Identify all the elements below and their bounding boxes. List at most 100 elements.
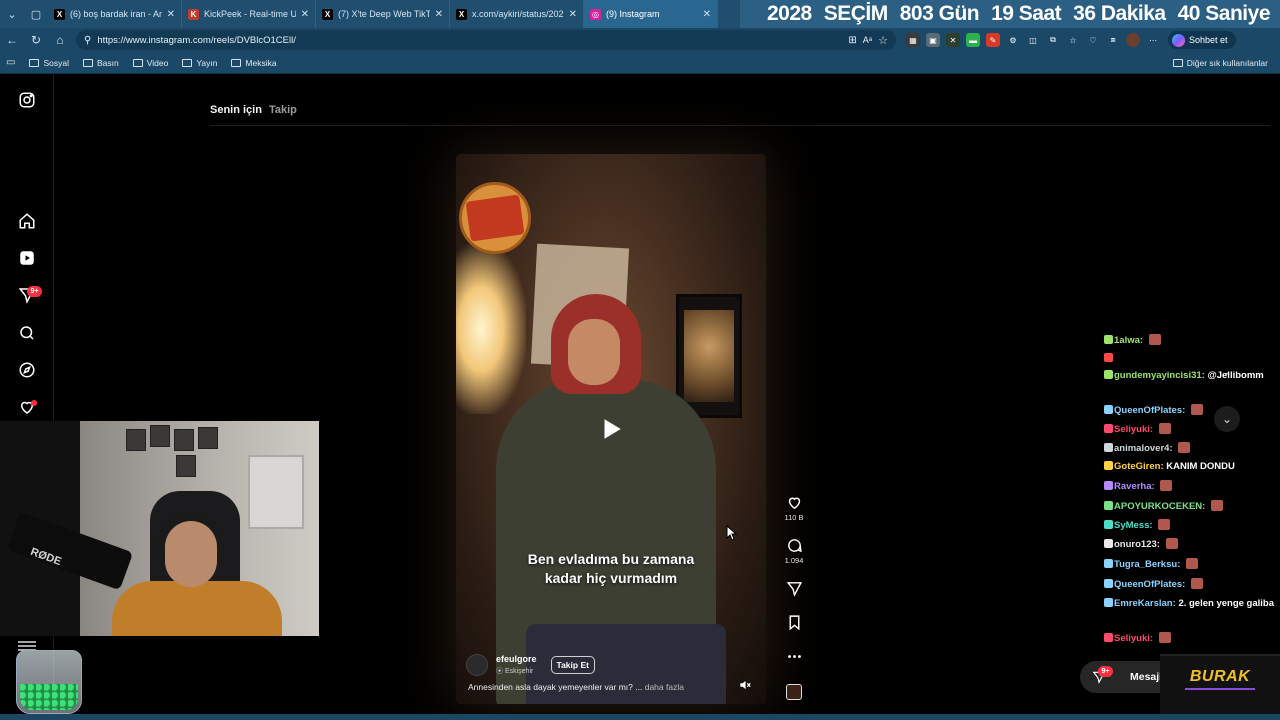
browser-tab[interactable]: X (6) boş bardak iran - Arama ✕ — [48, 0, 182, 28]
reload-icon[interactable]: ↻ — [24, 28, 48, 52]
chat-badge-icon — [1104, 559, 1113, 568]
author-avatar[interactable] — [466, 654, 488, 676]
comment-icon[interactable] — [786, 537, 803, 554]
share-paper-plane-icon[interactable] — [786, 580, 803, 597]
chat-message: QueenOfPlates: — [1104, 578, 1274, 591]
follow-button[interactable]: Takip Et — [550, 656, 595, 674]
chat-username[interactable]: QueenOfPlates — [1114, 405, 1182, 416]
other-bookmarks[interactable]: Diğer sık kullanılanlar — [1172, 58, 1268, 68]
tab-title: (7) X'te Deep Web TikTok: " — [338, 9, 430, 19]
extensions-puzzle-icon[interactable]: ⧉ — [1046, 33, 1060, 47]
tab-close-icon[interactable]: ✕ — [435, 9, 443, 20]
chat-username[interactable]: animalover4 — [1114, 443, 1169, 454]
taskbar-strip — [0, 714, 1280, 720]
author-username[interactable]: efeulgore — [496, 654, 537, 664]
chat-username[interactable]: Tugra_Berksu — [1114, 559, 1177, 570]
read-aloud-icon[interactable]: Aᵃ — [863, 35, 872, 45]
sidebar-toggle-icon[interactable]: ▭ — [6, 57, 15, 68]
favorite-star-icon[interactable]: ☆ — [878, 34, 888, 47]
countdown-minutes: 36 Dakika — [1073, 2, 1166, 25]
heart-health-icon[interactable]: ♡ — [1086, 33, 1100, 47]
chat-badge-icon — [1104, 481, 1113, 490]
bookmark-folder-basin[interactable]: Basın — [82, 58, 119, 68]
more-menu-icon[interactable]: ⋯ — [1146, 33, 1160, 47]
browser-tab[interactable]: Xx.com/aykiri/status/2025256 ✕ — [450, 0, 584, 28]
browser-tab[interactable]: K KickPeek - Real-time URL C ✕ — [182, 0, 316, 28]
bookmark-icon[interactable] — [786, 614, 803, 631]
reels-icon[interactable] — [17, 248, 37, 268]
bookmark-folder-sosyal[interactable]: Sosyal — [29, 58, 69, 68]
chat-username[interactable]: Seliyuki — [1114, 633, 1150, 644]
chat-username[interactable]: GoteGiren — [1114, 461, 1160, 472]
bookmark-folder-video[interactable]: Video — [132, 58, 168, 68]
tab-close-icon[interactable]: ✕ — [167, 9, 175, 20]
chat-scroll-down-icon[interactable]: ⌄ — [1214, 406, 1240, 432]
tab-close-icon[interactable]: ✕ — [703, 9, 711, 20]
folder-icon — [1172, 58, 1183, 67]
tab-close-icon[interactable]: ✕ — [569, 9, 577, 20]
chat-message: onuro123: — [1104, 538, 1274, 551]
chat-emote-icon — [1165, 538, 1178, 549]
site-info-icon[interactable]: ⚲ — [84, 35, 91, 46]
donation-jar-fill — [20, 684, 78, 710]
app-available-icon[interactable]: ⊞ — [848, 35, 856, 46]
caption-text: Annesinden asla dayak yemeyenler var mı?… — [468, 682, 643, 692]
browser-tab[interactable]: X (7) X'te Deep Web TikTok: " ✕ — [316, 0, 450, 28]
profile-avatar[interactable] — [1126, 33, 1140, 47]
chat-username[interactable]: EmreKarslan — [1114, 598, 1173, 609]
extension-screen-icon[interactable]: ▣ — [926, 33, 940, 47]
extension-cross-icon[interactable]: ✕ — [946, 33, 960, 47]
tab-actions-chevron-icon[interactable]: ⌄ — [0, 2, 24, 26]
copilot-button[interactable]: Sohbet et — [1168, 31, 1236, 49]
workspaces-icon[interactable]: ▢ — [24, 2, 48, 26]
browser-tab[interactable]: ◎ (9) Instagram ✕ — [584, 0, 718, 28]
extension-red-icon[interactable]: ✎ — [986, 33, 1000, 47]
home-icon[interactable] — [17, 211, 37, 231]
play-icon[interactable] — [598, 416, 624, 442]
chat-username[interactable]: QueenOfPlates — [1114, 579, 1182, 590]
tab-close-icon[interactable]: ✕ — [301, 9, 309, 20]
chat-emote-icon — [1148, 334, 1161, 345]
favorites-icon[interactable]: ☆ — [1066, 33, 1080, 47]
bookmark-folder-meksika[interactable]: Meksika — [231, 58, 277, 68]
back-arrow-icon[interactable]: ← — [0, 28, 24, 52]
url-text[interactable]: https://www.instagram.com/reels/DVBlcO1C… — [97, 35, 842, 46]
chat-username[interactable]: Raverha — [1114, 481, 1152, 492]
chat-username[interactable]: APOYURKOCEKEN — [1114, 501, 1202, 512]
chat-username[interactable]: Seliyuki — [1114, 424, 1150, 435]
muted-speaker-icon[interactable] — [738, 678, 752, 692]
tab-for-you[interactable]: Senin için — [210, 104, 262, 116]
instagram-logo-icon[interactable] — [17, 90, 37, 110]
explore-compass-icon[interactable] — [17, 360, 37, 380]
chat-username[interactable]: onuro123 — [1114, 539, 1157, 550]
countdown-year: 2028 — [767, 2, 812, 25]
caption-more-link[interactable]: daha fazla — [645, 682, 684, 692]
split-screen-icon[interactable]: ◫ — [1026, 33, 1040, 47]
more-options-icon[interactable] — [786, 648, 803, 665]
chat-username[interactable]: SyMess — [1114, 520, 1149, 531]
more-options-action[interactable] — [780, 648, 808, 665]
bookmark-folder-yayin[interactable]: Yayın — [182, 58, 217, 68]
search-icon[interactable] — [17, 323, 37, 343]
home-icon[interactable]: ⌂ — [48, 28, 72, 52]
like-action[interactable]: 110 B — [780, 494, 808, 522]
extension-grid-icon[interactable]: ▦ — [906, 33, 920, 47]
webcam-whiteboard — [248, 455, 304, 529]
audio-thumbnail[interactable] — [786, 684, 802, 700]
share-action[interactable] — [780, 580, 808, 597]
tab-following[interactable]: Takip — [269, 104, 297, 116]
author-location[interactable]: Eskişehir — [505, 668, 533, 675]
kickpeek-icon: K — [188, 8, 199, 20]
like-heart-icon[interactable] — [786, 494, 803, 511]
extension-green-icon[interactable]: ▬ — [966, 33, 980, 47]
chat-username[interactable]: 1alwa — [1114, 335, 1140, 346]
save-action[interactable] — [780, 614, 808, 631]
reel-video[interactable]: Ben evladıma bu zamana kadar hiç vurmadı… — [456, 154, 766, 704]
chat-username[interactable]: gundemyayincisi31 — [1114, 370, 1202, 381]
collections-icon[interactable]: ⧈ — [1106, 33, 1120, 47]
extension-gear-icon[interactable]: ⚙ — [1006, 33, 1020, 47]
chat-badge-icon — [1104, 405, 1113, 414]
chat-text: @Jellibomm — [1207, 370, 1264, 381]
comment-action[interactable]: 1.094 — [780, 537, 808, 565]
address-bar[interactable]: ⚲ https://www.instagram.com/reels/DVBlcO… — [76, 30, 896, 50]
